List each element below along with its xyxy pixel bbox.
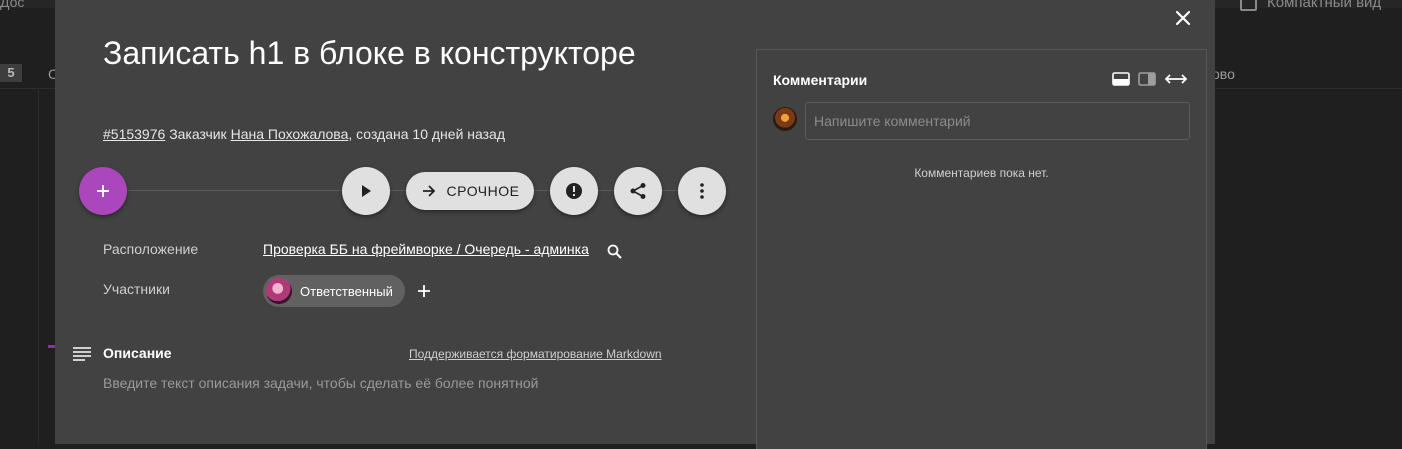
arrow-right-icon xyxy=(422,185,435,197)
customer-link[interactable]: Нана Похожалова xyxy=(231,126,349,142)
avatar xyxy=(773,107,797,131)
play-icon xyxy=(362,185,371,197)
participant-role: Ответственный xyxy=(300,283,393,299)
comments-title: Комментарии xyxy=(773,72,868,88)
description-input[interactable]: Введите текст описания задачи, чтобы сде… xyxy=(103,375,538,391)
app-doc-label: Дос xyxy=(0,0,25,10)
play-button[interactable] xyxy=(342,167,390,215)
notes-icon xyxy=(73,347,91,361)
share-button[interactable] xyxy=(614,167,662,215)
close-icon[interactable] xyxy=(1171,6,1195,30)
description-title: Описание xyxy=(103,345,172,361)
participant-chip[interactable]: Ответственный xyxy=(263,275,405,307)
more-vert-icon xyxy=(700,183,704,199)
share-icon xyxy=(630,183,646,199)
layout-bottom-icon[interactable] xyxy=(1112,72,1130,86)
layout-side-icon[interactable] xyxy=(1138,72,1156,86)
column-count-badge: 5 xyxy=(0,64,22,82)
compact-view-checkbox[interactable] xyxy=(1240,0,1257,11)
layout-toggles xyxy=(1112,72,1188,86)
empty-comments-text: Комментариев пока нет. xyxy=(914,166,1049,180)
alert-icon xyxy=(566,183,582,199)
compact-view-label: Компактный вид xyxy=(1267,0,1382,11)
expand-horizontal-icon[interactable] xyxy=(1164,72,1188,86)
add-participant-icon[interactable] xyxy=(415,282,433,300)
location-link[interactable]: Проверка ББ на фреймворке / Очередь - ад… xyxy=(263,241,589,257)
participants-label: Участники xyxy=(103,281,170,297)
comments-panel: Комментарии Комментариев пока нет. xyxy=(756,49,1207,449)
task-modal: Записать h1 в блоке в конструкторе #5153… xyxy=(55,0,1215,449)
search-icon[interactable] xyxy=(606,243,624,261)
compact-view-toggle[interactable]: Компактный вид xyxy=(1240,0,1381,11)
add-button[interactable] xyxy=(79,167,127,215)
task-title[interactable]: Записать h1 в блоке в конструкторе xyxy=(103,32,663,74)
task-id-link[interactable]: #5153976 xyxy=(103,126,165,142)
board-column-line xyxy=(38,90,39,444)
created-text: , создана 10 дней назад xyxy=(348,126,506,142)
customer-prefix: Заказчик xyxy=(169,126,227,142)
more-button[interactable] xyxy=(678,167,726,215)
comment-input[interactable] xyxy=(805,102,1190,140)
task-meta: #5153976 Заказчик Нана Похожалова, созда… xyxy=(103,126,505,142)
avatar xyxy=(266,278,292,304)
urgent-button[interactable]: СРОЧНОЕ xyxy=(406,172,534,210)
urgent-label: СРОЧНОЕ xyxy=(446,183,520,199)
column-header-status: ово xyxy=(1212,66,1235,82)
location-label: Расположение xyxy=(103,241,199,257)
markdown-help-link[interactable]: Поддерживается форматирование Markdown xyxy=(409,347,662,361)
plus-icon xyxy=(97,185,109,197)
priority-button[interactable] xyxy=(550,167,598,215)
